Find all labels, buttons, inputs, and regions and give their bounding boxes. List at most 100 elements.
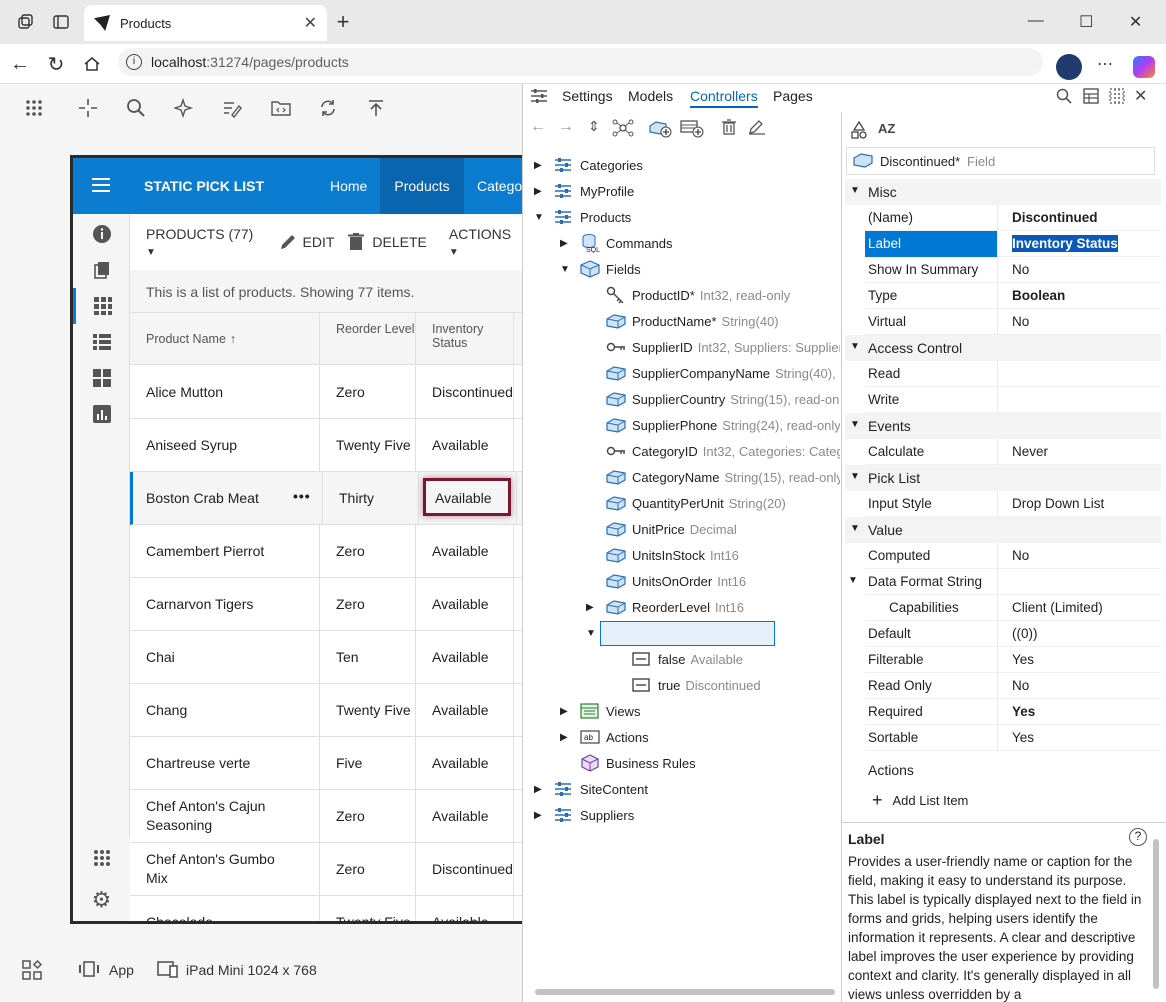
tree-node[interactable]: ▶ ReorderLevel Int16 — [586, 594, 744, 620]
cell-product-name[interactable]: Carnarvon Tigers — [130, 578, 320, 630]
column-header-inventory-status[interactable]: Inventory Status — [416, 313, 514, 365]
property-row[interactable]: Virtual No — [865, 309, 1161, 335]
property-row[interactable]: Type Boolean — [865, 283, 1161, 309]
sparkle-icon[interactable] — [174, 98, 194, 118]
property-row[interactable]: Read — [865, 361, 1161, 387]
cell-reorder-level[interactable]: Five — [320, 737, 416, 789]
property-row[interactable]: (Name) Discontinued — [865, 205, 1161, 231]
table-row[interactable]: Boston Crab Meat Thirty Available ••• — [130, 472, 522, 525]
cell-inventory-status[interactable]: Available — [416, 578, 514, 630]
tab-close-icon[interactable]: ✕ — [304, 13, 317, 33]
property-value[interactable]: ((0)) — [1012, 626, 1038, 641]
cell-product-name[interactable]: Chang — [130, 684, 320, 736]
cell-inventory-status[interactable]: Available — [416, 737, 514, 789]
hamburger-menu-icon[interactable] — [91, 177, 111, 193]
cell-inventory-status[interactable]: Available — [416, 790, 514, 842]
cell-product-name[interactable]: Chai — [130, 631, 320, 683]
cell-reorder-level[interactable]: Zero — [320, 578, 416, 630]
copy-icon[interactable] — [73, 252, 130, 288]
delete-button[interactable]: DELETE — [348, 233, 427, 251]
workspaces-icon[interactable] — [10, 6, 42, 38]
property-row[interactable]: Computed No — [865, 543, 1161, 569]
property-value[interactable]: Yes — [1012, 704, 1035, 719]
table-row[interactable]: Chartreuse verte Five Available — [130, 737, 522, 790]
app-mode-icon[interactable] — [78, 960, 100, 978]
more-apps-icon[interactable] — [73, 840, 130, 876]
property-row[interactable]: ▼ Data Format String — [848, 569, 1161, 595]
inspect-grid-icon[interactable] — [22, 960, 42, 980]
property-value[interactable]: Drop Down List — [1012, 496, 1104, 511]
property-row[interactable]: Read Only No — [865, 673, 1161, 699]
table-row[interactable]: Chocolade Twenty Five Available — [130, 896, 522, 921]
more-menu-icon[interactable]: ⋯ — [1089, 48, 1121, 80]
expand-icon[interactable]: ▶ — [560, 238, 576, 249]
cell-reorder-level[interactable]: Ten — [320, 631, 416, 683]
cell-reorder-level[interactable]: Thirty — [323, 472, 419, 524]
device-icon[interactable] — [157, 960, 179, 978]
cell-inventory-status[interactable]: Available — [416, 684, 514, 736]
help-scrollbar[interactable] — [1153, 839, 1159, 989]
layout-icon[interactable] — [1083, 88, 1099, 104]
property-row[interactable]: Calculate Never — [865, 439, 1161, 465]
property-value[interactable]: No — [1012, 548, 1029, 563]
property-row[interactable]: Capabilities Client (Limited) — [865, 595, 1161, 621]
tree-node[interactable]: SupplierID Int32, Suppliers: Supplier — [586, 334, 840, 360]
cards-view-icon[interactable] — [73, 360, 130, 396]
info-icon[interactable] — [73, 216, 130, 252]
chart-view-icon[interactable] — [73, 396, 130, 432]
property-row[interactable]: Label Inventory Status — [865, 231, 1161, 257]
cell-inventory-status[interactable]: Available — [416, 419, 514, 471]
column-header-reorder-level[interactable]: Reorder Level — [320, 313, 416, 365]
table-row[interactable]: Alice Mutton Zero Discontinued — [130, 366, 522, 419]
app-mode-label[interactable]: App — [109, 962, 134, 978]
table-row[interactable]: Aniseed Syrup Twenty Five Available — [130, 419, 522, 472]
refresh-icon[interactable]: ↻ — [40, 48, 72, 80]
property-category[interactable]: ▼ Access Control — [845, 335, 1161, 361]
cell-inventory-status[interactable]: Discontinued — [416, 843, 514, 895]
designer-search-icon[interactable] — [1056, 88, 1072, 104]
list-view-icon[interactable] — [73, 324, 130, 360]
tree-node[interactable]: false Available — [612, 646, 743, 672]
tab-actions-icon[interactable] — [45, 6, 77, 38]
home-icon[interactable] — [76, 48, 108, 80]
tree-node[interactable]: ▶ Suppliers — [534, 802, 634, 828]
sync-icon[interactable] — [318, 98, 338, 118]
collapse-icon[interactable]: ▼ — [850, 341, 860, 352]
table-row[interactable]: Camembert Pierrot Zero Available — [130, 525, 522, 578]
property-category[interactable]: ▼ Value — [845, 517, 1161, 543]
tree-node[interactable]: ▼ Products — [534, 204, 631, 230]
cell-product-name[interactable]: Chartreuse verte — [130, 737, 320, 789]
property-row[interactable]: Sortable Yes — [865, 725, 1161, 751]
tree-node[interactable]: ProductName* String(40) — [586, 308, 779, 334]
site-info-icon[interactable]: i — [126, 54, 142, 70]
tree-horizontal-scrollbar[interactable] — [535, 989, 835, 995]
collapse-icon[interactable]: ▼ — [848, 575, 858, 586]
help-icon[interactable]: ? — [1129, 828, 1147, 846]
table-row[interactable]: Chef Anton's Cajun Seasoning Zero Availabl… — [130, 790, 522, 843]
tree-node[interactable]: true Discontinued — [612, 672, 761, 698]
property-value[interactable]: Boolean — [1012, 288, 1065, 303]
cell-inventory-status[interactable]: Available — [416, 525, 514, 577]
tree-node[interactable]: UnitPrice Decimal — [586, 516, 737, 542]
settings-gear-icon[interactable]: ⚙ — [73, 882, 130, 918]
property-row[interactable]: Default ((0)) — [865, 621, 1161, 647]
cell-inventory-status[interactable]: Discontinued — [416, 366, 514, 418]
expand-icon[interactable]: ▶ — [534, 810, 550, 821]
property-value[interactable]: No — [1012, 314, 1029, 329]
cell-product-name[interactable]: Chef Anton's Cajun Seasoning — [130, 790, 320, 842]
row-more-icon[interactable]: ••• — [293, 488, 311, 504]
table-row[interactable]: Carnarvon Tigers Zero Available — [130, 578, 522, 631]
tree-node[interactable]: ▶ Views — [560, 698, 640, 724]
expand-icon[interactable]: ▶ — [534, 784, 550, 795]
search-icon[interactable] — [126, 98, 146, 118]
select-grid-icon[interactable] — [1109, 88, 1125, 104]
expand-icon[interactable]: ▶ — [560, 706, 576, 717]
tree-node[interactable]: CategoryName String(15), read-only — [586, 464, 840, 490]
edit-list-icon[interactable] — [222, 98, 242, 118]
expand-icon[interactable]: ▶ — [560, 732, 576, 743]
property-row[interactable]: Filterable Yes — [865, 647, 1161, 673]
cell-product-name[interactable]: Chocolade — [130, 896, 320, 921]
categorized-sort-icon[interactable] — [850, 120, 868, 140]
property-value[interactable]: Client (Limited) — [1012, 600, 1103, 615]
collapse-icon[interactable]: ▼ — [534, 212, 550, 223]
